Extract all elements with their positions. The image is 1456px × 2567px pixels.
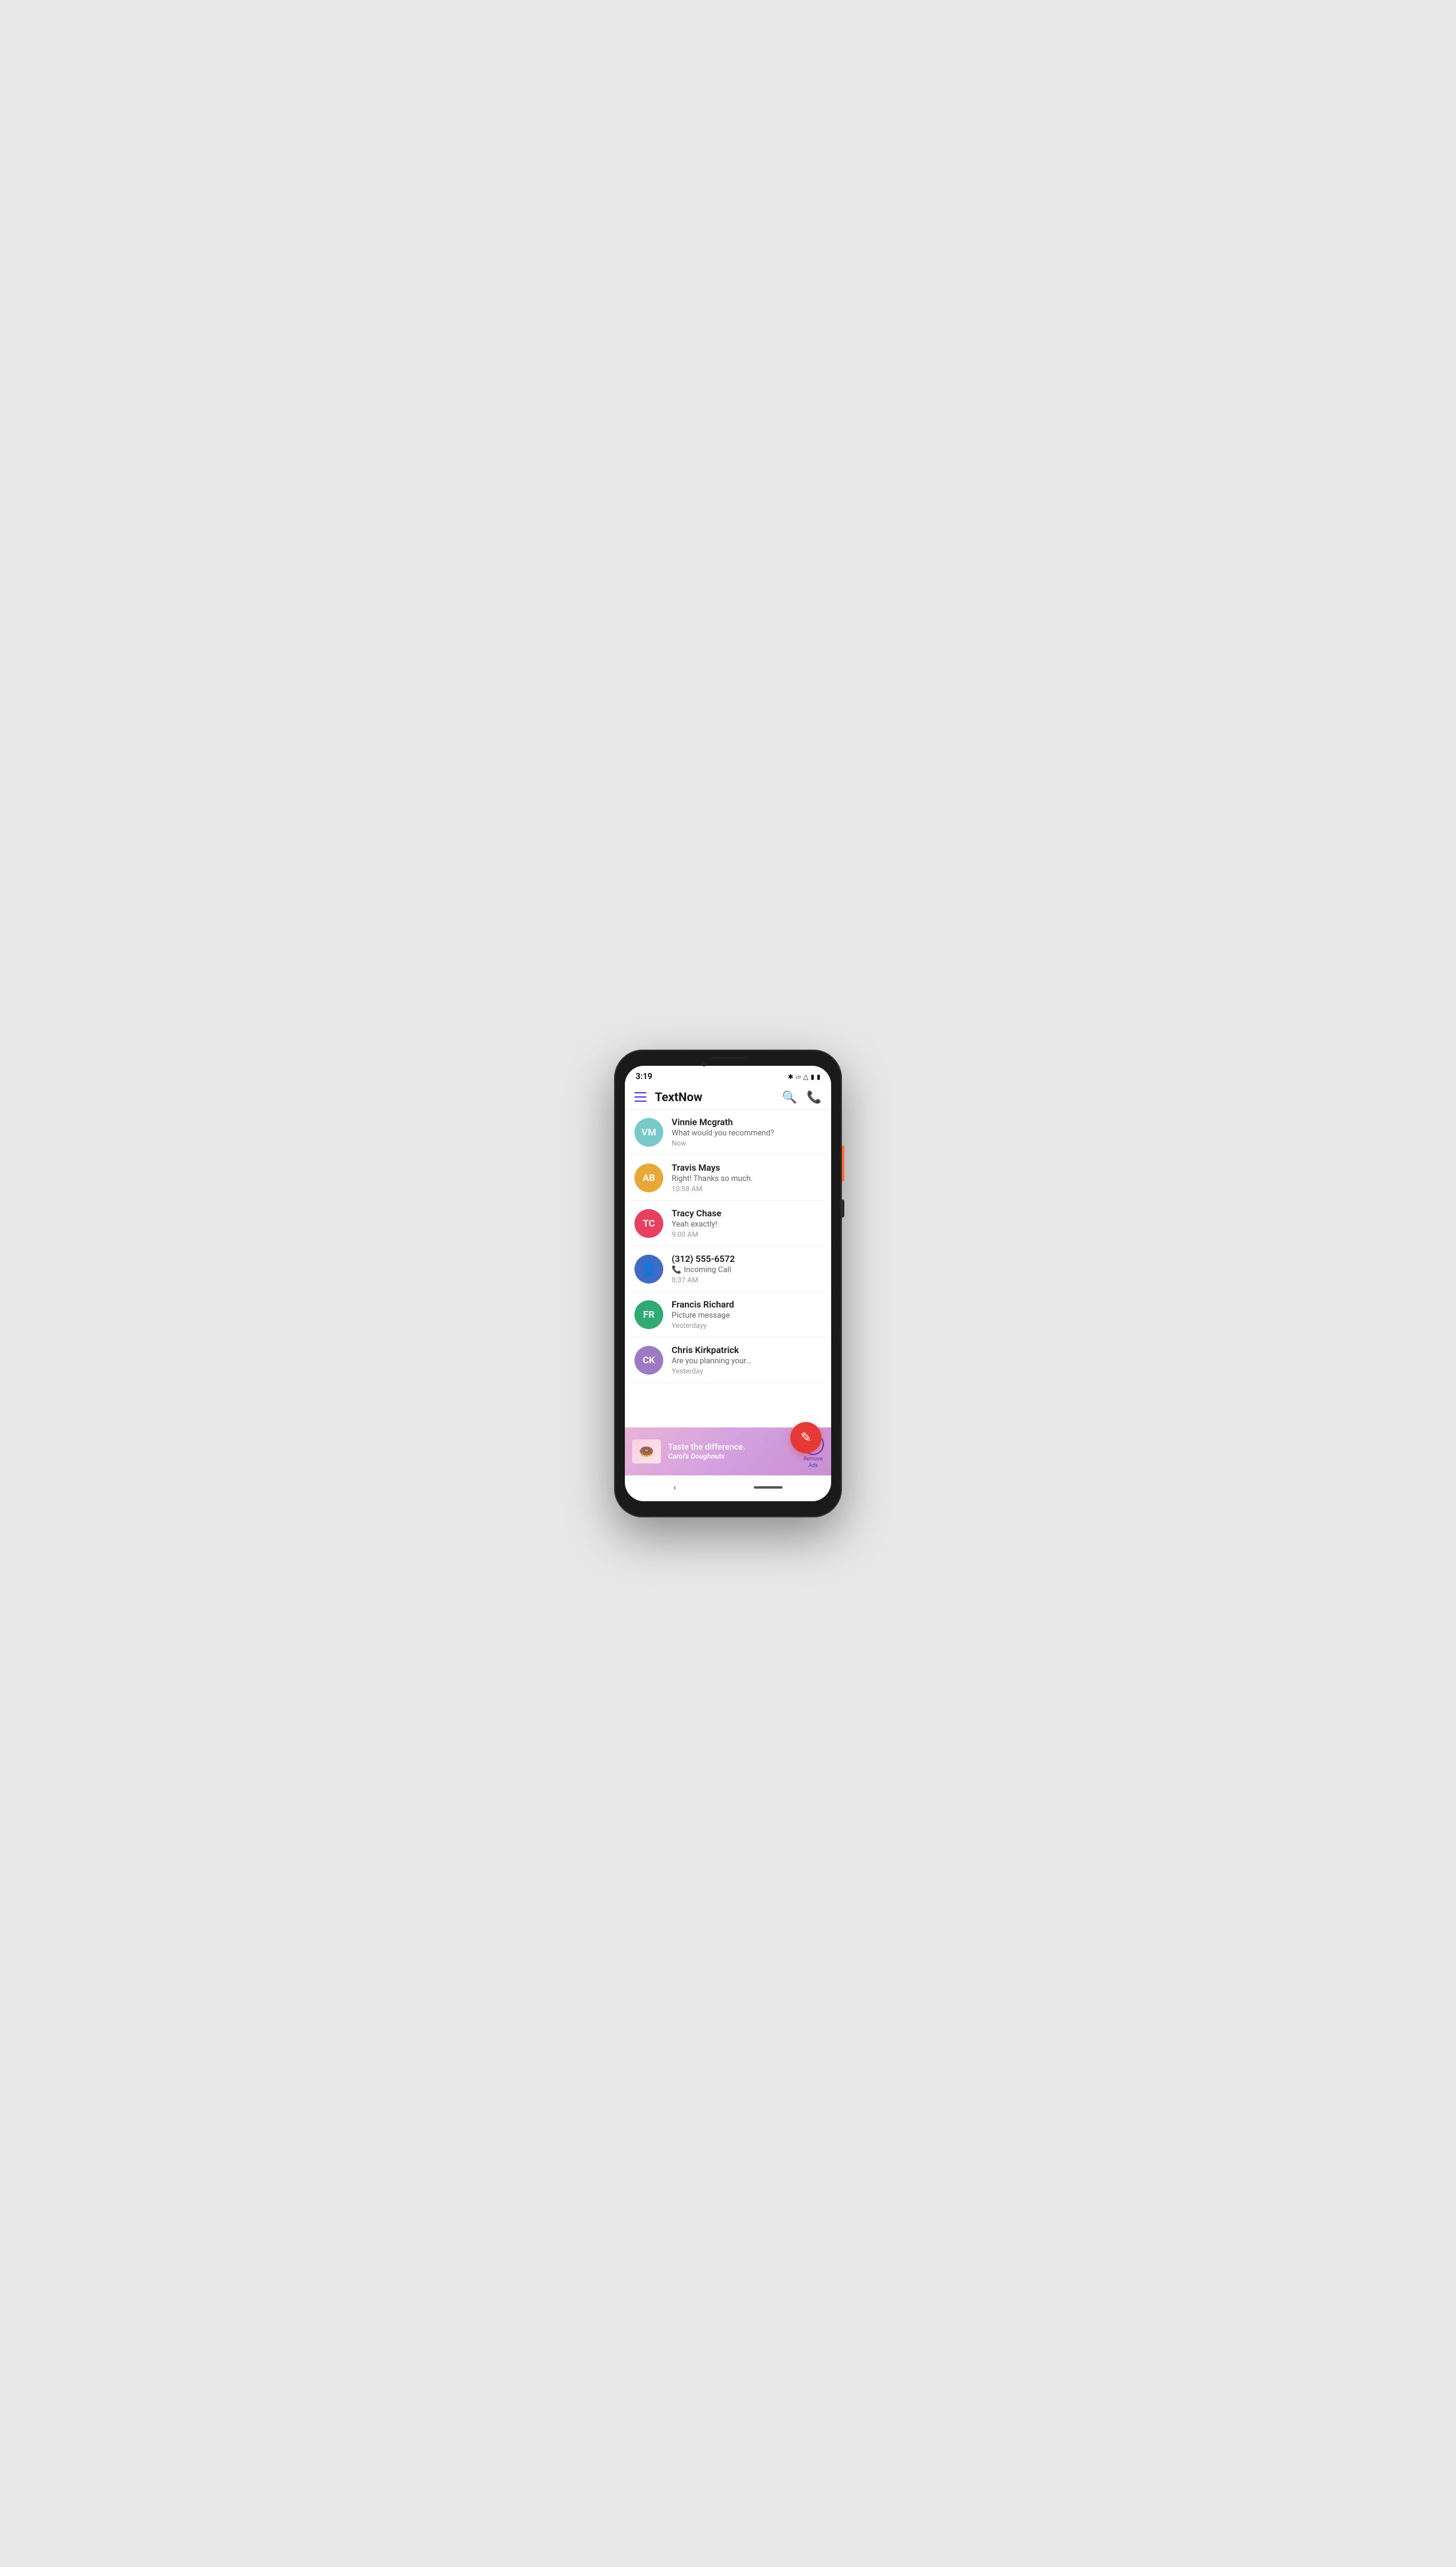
conv-name-fr: Francis Richard xyxy=(672,1299,822,1310)
conv-name-tc: Tracy Chase xyxy=(672,1208,822,1219)
incoming-call-icon: 📞 xyxy=(672,1266,681,1275)
conversation-item-ab[interactable]: AB Travis Mays Right! Thanks so much. 10… xyxy=(625,1155,831,1201)
ad-content: Taste the difference. Carol's Doughnuts xyxy=(668,1442,802,1460)
conv-content-unknown: (312) 555-6572 📞 Incoming Call 8:37 AM xyxy=(672,1254,822,1284)
home-indicator xyxy=(754,1486,783,1489)
avatar-tc: TC xyxy=(634,1209,663,1238)
conv-time-unknown: 8:37 AM xyxy=(672,1276,822,1284)
conv-preview-unknown: 📞 Incoming Call xyxy=(672,1266,822,1275)
avatar-vm: VM xyxy=(634,1118,663,1147)
conv-name-ab: Travis Mays xyxy=(672,1162,822,1173)
ad-thumbnail: 🍩 xyxy=(632,1439,661,1463)
phone-device: 3:19 ✱ ▱ △ ▮ ▮ TextNow 🔍 📞 xyxy=(614,1050,842,1517)
conv-content-fr: Francis Richard Picture message Yesterda… xyxy=(672,1299,822,1330)
conversation-item-unknown[interactable]: 👤 (312) 555-6572 📞 Incoming Call 8:37 AM xyxy=(625,1246,831,1292)
ad-tagline: Taste the difference. xyxy=(668,1442,802,1452)
conversation-item-vm[interactable]: VM Vinnie Mcgrath What would you recomme… xyxy=(625,1110,831,1155)
conv-preview-fr: Picture message xyxy=(672,1311,822,1320)
avatar-unknown: 👤 xyxy=(634,1255,663,1284)
person-icon: 👤 xyxy=(640,1261,658,1278)
conv-preview-vm: What would you recommend? xyxy=(672,1129,822,1138)
vibrate-icon: ▱ xyxy=(796,1073,801,1081)
avatar-ab: AB xyxy=(634,1164,663,1192)
app-title: TextNow xyxy=(655,1090,782,1104)
compose-fab[interactable]: ✎ xyxy=(790,1422,822,1453)
app-bar: TextNow 🔍 📞 xyxy=(625,1085,831,1110)
compose-icon: ✎ xyxy=(801,1430,811,1445)
phone-speaker xyxy=(710,1057,746,1059)
conv-content-vm: Vinnie Mcgrath What would you recommend?… xyxy=(672,1117,822,1147)
signal-icon: ▮ xyxy=(811,1073,814,1081)
avatar-initials-tc: TC xyxy=(643,1218,655,1229)
conv-time-fr: Yesterdayy xyxy=(672,1321,822,1330)
phone-screen: 3:19 ✱ ▱ △ ▮ ▮ TextNow 🔍 📞 xyxy=(625,1066,831,1501)
wifi-icon: △ xyxy=(803,1073,808,1081)
conv-time-ab: 10:58 AM xyxy=(672,1185,822,1193)
conv-content-ck: Chris Kirkpatrick Are you planning your…… xyxy=(672,1345,822,1375)
conv-name-ck: Chris Kirkpatrick xyxy=(672,1345,822,1355)
conv-content-tc: Tracy Chase Yeah exactly! 9:00 AM xyxy=(672,1208,822,1239)
app-bar-actions: 🔍 📞 xyxy=(782,1090,822,1104)
conv-preview-ck: Are you planning your… xyxy=(672,1357,822,1366)
conv-name-unknown: (312) 555-6572 xyxy=(672,1254,822,1264)
avatar-initials-vm: VM xyxy=(642,1126,656,1138)
conv-time-tc: 9:00 AM xyxy=(672,1230,822,1239)
conv-time-ck: Yesterday xyxy=(672,1367,822,1375)
conv-preview-ab: Right! Thanks so much. xyxy=(672,1174,822,1183)
conversation-item-fr[interactable]: FR Francis Richard Picture message Yeste… xyxy=(625,1292,831,1337)
ad-brand: Carol's Doughnuts xyxy=(668,1452,802,1460)
dialpad-button[interactable]: 📞 xyxy=(807,1090,822,1104)
menu-button[interactable] xyxy=(634,1092,646,1102)
remove-ads-label: RemoveAds xyxy=(804,1456,823,1469)
avatar-initials-ab: AB xyxy=(643,1172,655,1183)
back-button[interactable]: ‹ xyxy=(673,1481,676,1493)
avatar-initials-fr: FR xyxy=(643,1309,655,1320)
status-time: 3:19 xyxy=(636,1072,652,1081)
conversation-item-ck[interactable]: CK Chris Kirkpatrick Are you planning yo… xyxy=(625,1337,831,1383)
bluetooth-icon: ✱ xyxy=(788,1073,793,1081)
conv-preview-tc: Yeah exactly! xyxy=(672,1220,822,1229)
conv-content-ab: Travis Mays Right! Thanks so much. 10:58… xyxy=(672,1162,822,1193)
avatar-initials-ck: CK xyxy=(643,1354,655,1366)
front-camera xyxy=(702,1062,706,1066)
status-icons: ✱ ▱ △ ▮ ▮ xyxy=(788,1073,820,1081)
conversation-item-tc[interactable]: TC Tracy Chase Yeah exactly! 9:00 AM xyxy=(625,1201,831,1246)
battery-icon: ▮ xyxy=(817,1073,820,1081)
bottom-nav: ‹ xyxy=(625,1475,831,1501)
conversation-list: VM Vinnie Mcgrath What would you recomme… xyxy=(625,1110,831,1427)
conv-name-vm: Vinnie Mcgrath xyxy=(672,1117,822,1128)
conv-time-vm: Now xyxy=(672,1139,822,1147)
status-bar: 3:19 ✱ ▱ △ ▮ ▮ xyxy=(625,1066,831,1085)
search-button[interactable]: 🔍 xyxy=(782,1090,797,1104)
avatar-ck: CK xyxy=(634,1346,663,1375)
avatar-fr: FR xyxy=(634,1300,663,1329)
